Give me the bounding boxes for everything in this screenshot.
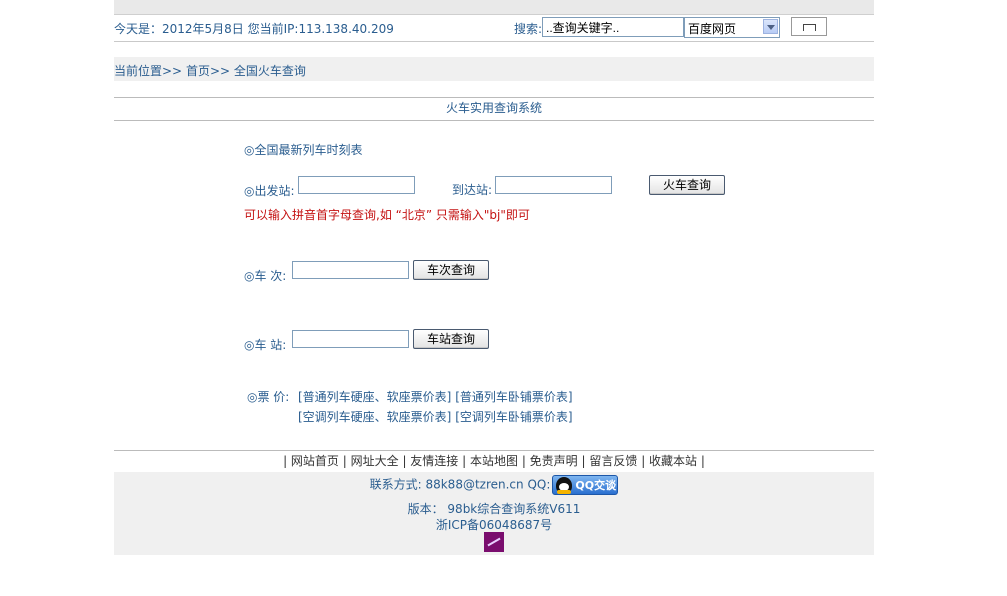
footer-link-friends[interactable]: 友情连接	[410, 454, 458, 468]
footer-info: 联系方式: 88k88@tzren.cn QQ: QQ交谈 版本： 98bk综合查…	[114, 472, 874, 555]
date-ip-text: 今天是：2012年5月8日 您当前IP:113.138.40.209	[114, 22, 394, 36]
submit-glyph-icon	[803, 24, 816, 31]
footer-link-directory[interactable]: 网址大全	[351, 454, 399, 468]
qq-penguin-icon	[556, 477, 573, 494]
depart-station-label: ◎出发站:	[244, 184, 295, 198]
price-link-normal-sleeper[interactable]: [普通列车卧铺票价表]	[455, 390, 572, 404]
breadcrumb-separator: >>	[209, 64, 234, 78]
arrive-station-label: 到达站:	[452, 183, 493, 197]
train-number-label: ◎车 次:	[244, 269, 287, 283]
train-query-button[interactable]: 火车查询	[649, 175, 725, 195]
search-submit-button[interactable]	[791, 17, 827, 36]
pinyin-hint: 可以输入拼音首字母查询,如 “北京” 只需输入"bj"即可	[244, 208, 530, 222]
icp-text[interactable]: 浙ICP备06048687号	[114, 516, 874, 533]
qq-chat-button[interactable]: QQ交谈	[552, 475, 619, 495]
version-text: 版本： 98bk综合查询系统V611	[407, 502, 581, 516]
breadcrumb-prefix: 当前位置>>	[114, 64, 186, 78]
header-bar: 今天是：2012年5月8日 您当前IP:113.138.40.209 搜索: 百…	[114, 15, 874, 42]
price-link-ac-sleeper[interactable]: [空调列车卧铺票价表]	[455, 410, 572, 424]
qq-chat-label: QQ交谈	[575, 479, 617, 492]
price-link-normal-seat[interactable]: [普通列车硬座、软座票价表]	[298, 390, 451, 404]
train-number-query-button[interactable]: 车次查询	[413, 260, 489, 280]
search-label: 搜索:	[514, 22, 543, 36]
top-strip	[114, 0, 874, 15]
price-row-2: [空调列车硬座、软座票价表] [空调列车卧铺票价表]	[298, 408, 573, 425]
search-engine-select[interactable]: 百度网页	[684, 17, 780, 38]
contact-text: 联系方式: 88k88@tzren.cn QQ:	[369, 477, 551, 492]
search-input[interactable]	[542, 17, 684, 37]
station-input[interactable]	[292, 330, 409, 348]
page: 今天是：2012年5月8日 您当前IP:113.138.40.209 搜索: 百…	[114, 0, 874, 596]
breadcrumb-current-link[interactable]: 全国火车查询	[234, 64, 306, 78]
system-title: 火车实用查询系统	[445, 101, 542, 115]
price-label: ◎票 价:	[247, 390, 290, 404]
depart-station-input[interactable]	[298, 176, 415, 194]
timetable-title: ◎全国最新列车时刻表	[244, 143, 363, 157]
arrive-station-input[interactable]	[495, 176, 612, 194]
train-number-input[interactable]	[292, 261, 409, 279]
footer-link-disclaimer[interactable]: 免责声明	[530, 454, 578, 468]
station-query-button[interactable]: 车站查询	[413, 329, 489, 349]
footer-link-home[interactable]: 网站首页	[291, 454, 339, 468]
breadcrumb: 当前位置>> 首页>> 全国火车查询	[114, 57, 874, 81]
station-label: ◎车 站:	[244, 338, 287, 352]
breadcrumb-home-link[interactable]: 首页	[186, 64, 210, 78]
footer-link-sitemap[interactable]: 本站地图	[470, 454, 518, 468]
footer-link-bookmark[interactable]: 收藏本站	[649, 454, 697, 468]
stats-counter-icon[interactable]	[484, 532, 504, 552]
price-row-1: [普通列车硬座、软座票价表] [普通列车卧铺票价表]	[298, 388, 573, 405]
breadcrumb-text: 当前位置>> 首页>> 全国火车查询	[114, 62, 306, 79]
contact-line: 联系方式: 88k88@tzren.cn QQ: QQ交谈	[114, 475, 874, 495]
chevron-down-icon[interactable]	[763, 19, 778, 34]
footer-nav: | 网站首页 | 网址大全 | 友情连接 | 本站地图 | 免责声明 | 留言反…	[114, 450, 874, 473]
system-title-bar: 火车实用查询系统	[114, 97, 874, 121]
price-link-ac-seat[interactable]: [空调列车硬座、软座票价表]	[298, 410, 451, 424]
search-engine-value: 百度网页	[688, 22, 737, 36]
footer-link-feedback[interactable]: 留言反馈	[589, 454, 637, 468]
